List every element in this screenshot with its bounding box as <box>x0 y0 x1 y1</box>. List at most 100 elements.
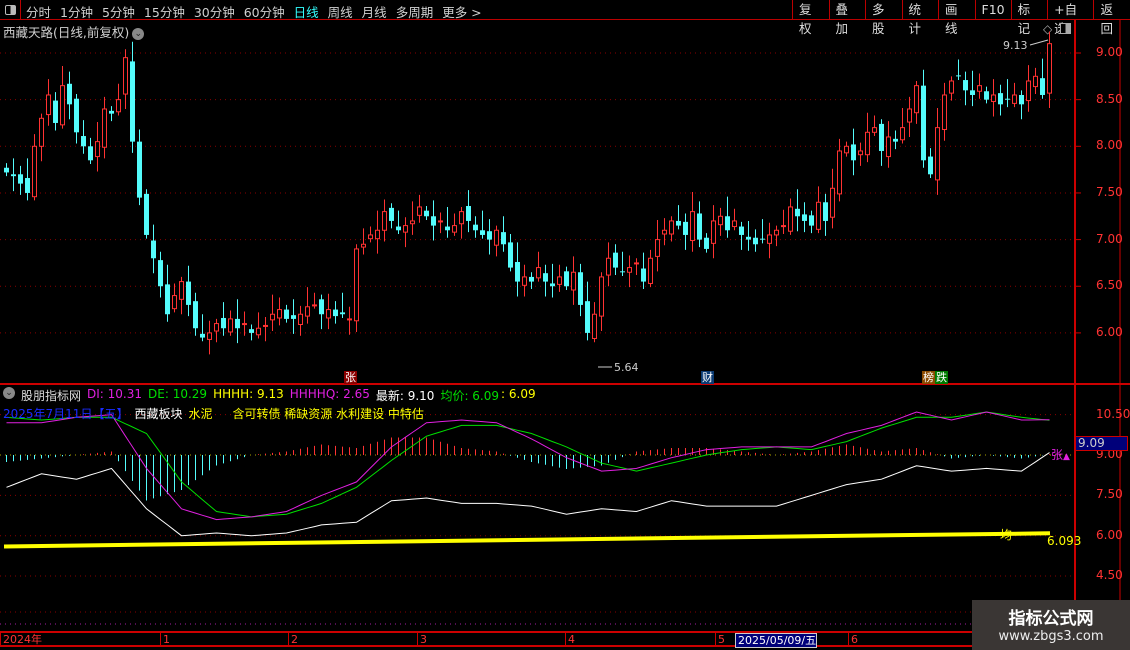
candle-up <box>242 323 247 326</box>
hhhhq-value: HHHHQ: 2.65 <box>289 387 370 401</box>
high-arrow <box>1029 39 1049 46</box>
watermark-title: 指标公式网 <box>1008 609 1094 629</box>
candle-down <box>970 90 975 95</box>
candle-up <box>46 94 51 116</box>
candle-up <box>361 243 366 248</box>
candle-down <box>144 193 149 235</box>
candle-up <box>571 271 576 291</box>
date-axis-label: 4 <box>565 633 575 646</box>
candle-up <box>60 85 65 126</box>
candle-up <box>1026 80 1031 102</box>
indicator-info: 2025年7月11日【五】 西藏板块 水泥 含可转债 稀缺资源 水利建设 中特估 <box>3 405 424 422</box>
marker-die[interactable]: 跌 <box>935 371 948 384</box>
date-axis-label: 1 <box>160 633 170 646</box>
candle-down <box>235 318 240 329</box>
candle-up <box>39 117 44 147</box>
candle-up <box>781 225 786 228</box>
rise-label: 张▲ <box>1051 446 1070 463</box>
indicator-name[interactable]: 股朋指标网 <box>21 387 81 404</box>
candle-down <box>151 240 156 259</box>
candle-down <box>725 216 730 231</box>
candle-down <box>1040 78 1045 95</box>
candle-down <box>921 85 926 161</box>
date-axis-label: 5 <box>715 633 725 646</box>
candle-up <box>900 127 905 141</box>
chevron-down-icon[interactable]: ⌄ <box>3 387 15 399</box>
candle-up <box>116 99 121 113</box>
candle-up <box>494 229 499 246</box>
candle-down <box>67 83 72 105</box>
kline-chart[interactable] <box>0 0 1130 650</box>
avg-price-value-2: : 6.09 <box>501 387 536 401</box>
candle-down <box>851 144 856 161</box>
candle-up <box>347 318 352 321</box>
candle-down <box>319 299 324 315</box>
candle-up <box>312 304 317 307</box>
candle-down <box>746 236 751 240</box>
candle-down <box>130 61 135 142</box>
price-axis-label: 6.50 <box>1096 278 1123 293</box>
candle-up <box>228 318 233 333</box>
high-price-label: 9.13 <box>1003 39 1028 52</box>
industry-label: 水泥 <box>188 407 213 421</box>
candle-down <box>578 272 583 305</box>
candle-up <box>767 234 772 244</box>
candle-up <box>732 220 737 228</box>
candle-down <box>809 215 814 226</box>
marker-bang[interactable]: 榜 <box>922 371 935 384</box>
candle-down <box>396 226 401 231</box>
de-line <box>6 411 1050 518</box>
candle-up <box>410 220 415 225</box>
candle-up <box>648 257 653 284</box>
candle-down <box>424 210 429 217</box>
candle-up <box>382 211 387 231</box>
candle-down <box>284 309 289 319</box>
date-label: 2025年7月11日【五】 <box>3 407 129 421</box>
indicator-axis-label: 7.50 <box>1096 487 1123 502</box>
candle-up <box>907 108 912 123</box>
candle-up <box>305 306 310 317</box>
candle-up <box>452 225 457 233</box>
concepts-label: 含可转债 稀缺资源 水利建设 中特估 <box>232 407 424 421</box>
marker-cai[interactable]: 财 <box>701 371 714 384</box>
price-axis-label: 7.50 <box>1096 184 1123 199</box>
candle-up <box>858 150 863 156</box>
candle-up <box>256 327 261 336</box>
candle-down <box>529 276 534 282</box>
candle-up <box>354 248 359 322</box>
marker-zhang[interactable]: 张 <box>344 371 357 384</box>
candle-down <box>487 231 492 240</box>
candle-down <box>158 260 163 287</box>
candle-up <box>634 262 639 265</box>
candle-down <box>613 252 618 268</box>
candle-down <box>249 329 254 333</box>
candle-down <box>928 156 933 175</box>
date-axis-label: 2 <box>288 633 298 646</box>
date-axis-label: 3 <box>417 633 427 646</box>
candle-down <box>466 206 471 221</box>
candle-up <box>417 206 422 216</box>
watermark: 指标公式网 www.zbgs3.com <box>972 600 1130 650</box>
candle-up <box>214 323 219 332</box>
avg-value-label: 6.093 <box>1047 534 1082 548</box>
candle-down <box>53 100 58 123</box>
candle-up <box>844 145 849 154</box>
current-value-badge: 9.09 <box>1075 436 1128 451</box>
candle-down <box>585 301 590 333</box>
candle-down <box>137 141 142 198</box>
candle-down <box>739 226 744 235</box>
candle-up <box>606 257 611 276</box>
candle-up <box>375 229 380 240</box>
rise-text: 张 <box>1051 448 1064 462</box>
candle-down <box>333 309 338 317</box>
candle-up <box>837 150 842 195</box>
candle-up <box>977 85 982 92</box>
price-axis-label: 8.50 <box>1096 91 1123 106</box>
candle-up <box>298 313 303 326</box>
date-axis-label: 6 <box>848 633 858 646</box>
candle-up <box>830 187 835 218</box>
hhhh-value: HHHH: 9.13 <box>213 387 284 401</box>
de-value: DE: 10.29 <box>148 387 208 401</box>
date-axis[interactable]: 2024年 1 2 3 4 5 2025/05/09/五 6 <box>0 631 975 648</box>
indicator-axis-label: 6.00 <box>1096 527 1123 542</box>
